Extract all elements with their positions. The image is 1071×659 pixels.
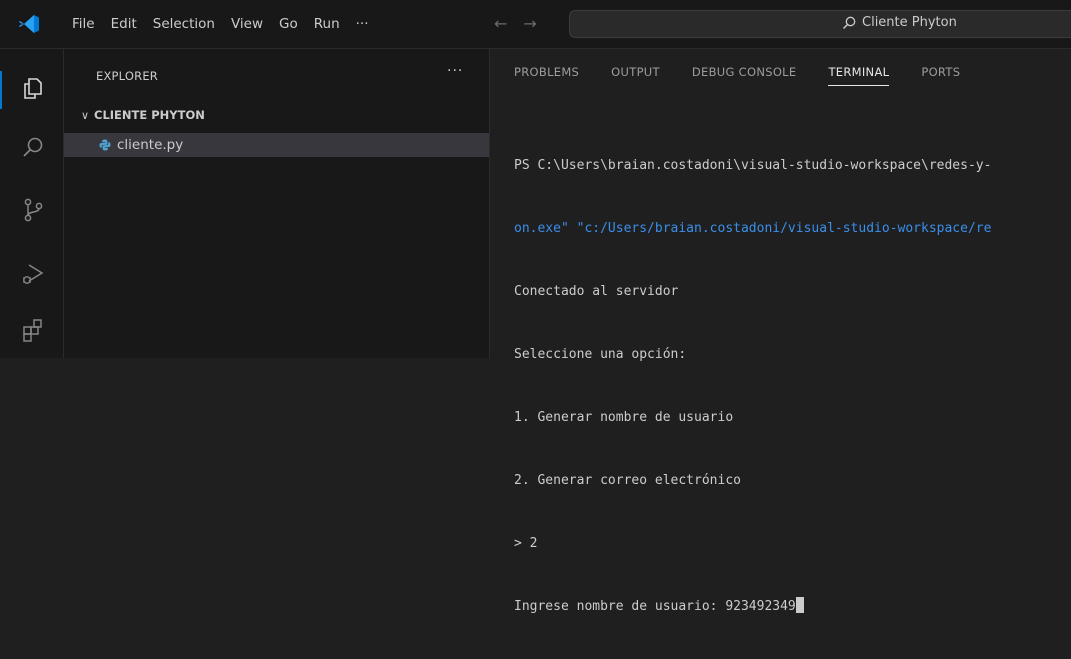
terminal-output[interactable]: PS C:\Users\braian.costadoni\visual-stud… [514, 113, 1071, 659]
menu-bar: File Edit Selection View Go Run ··· [64, 0, 377, 48]
python-file-icon [99, 139, 111, 151]
tab-output[interactable]: OUTPUT [611, 65, 660, 86]
active-indicator [0, 71, 2, 109]
run-debug-icon[interactable] [20, 261, 46, 287]
activity-bar [0, 49, 64, 358]
source-control-icon[interactable] [20, 197, 46, 223]
extensions-icon[interactable] [20, 317, 46, 343]
menu-go[interactable]: Go [271, 0, 306, 48]
terminal-line: on.exe" "c:/Users/braian.costadoni/visua… [514, 221, 992, 236]
back-arrow-icon[interactable]: ← [494, 14, 507, 33]
terminal-line: 2. Generar correo electrónico [514, 473, 741, 488]
menu-file[interactable]: File [64, 0, 103, 48]
nav-arrows: ← → [494, 14, 537, 33]
tab-terminal[interactable]: TERMINAL [828, 65, 890, 86]
menu-selection[interactable]: Selection [145, 0, 223, 48]
search-icon [843, 16, 856, 29]
tab-ports[interactable]: PORTS [921, 65, 960, 86]
bottom-panel: PROBLEMS OUTPUT DEBUG CONSOLE TERMINAL P… [490, 49, 1071, 614]
menu-view[interactable]: View [223, 0, 271, 48]
vscode-logo-icon [18, 15, 39, 33]
forward-arrow-icon[interactable]: → [523, 14, 536, 33]
terminal-line: Seleccione una opción: [514, 347, 687, 362]
title-bar: File Edit Selection View Go Run ··· ← → … [0, 0, 1071, 49]
terminal-input-text: Ingrese nombre de usuario: 923492349 [514, 599, 796, 614]
search-icon[interactable] [20, 135, 46, 161]
command-center-search[interactable]: Cliente Phyton [569, 10, 1071, 38]
menu-run[interactable]: Run [306, 0, 348, 48]
menu-edit[interactable]: Edit [103, 0, 145, 48]
panel-tabs: PROBLEMS OUTPUT DEBUG CONSOLE TERMINAL P… [514, 65, 992, 86]
tab-debug-console[interactable]: DEBUG CONSOLE [692, 65, 797, 86]
file-item-cliente[interactable]: cliente.py [64, 133, 489, 157]
tab-problems[interactable]: PROBLEMS [514, 65, 579, 86]
terminal-line: Conectado al servidor [514, 284, 679, 299]
explorer-more-actions[interactable]: ··· [447, 63, 463, 79]
folder-name: CLIENTE PHYTON [94, 108, 205, 122]
terminal-line: 1. Generar nombre de usuario [514, 410, 734, 425]
terminal-line: PS C:\Users\braian.costadoni\visual-stud… [514, 158, 992, 173]
terminal-input-line[interactable]: Ingrese nombre de usuario: 923492349 [514, 596, 1071, 617]
explorer-sidebar: EXPLORER ··· ∨ CLIENTE PHYTON cliente.py [64, 49, 490, 358]
files-icon[interactable] [20, 75, 46, 101]
folder-header[interactable]: ∨ CLIENTE PHYTON [64, 104, 489, 126]
terminal-line: > 2 [514, 536, 538, 551]
explorer-title: EXPLORER [96, 69, 158, 83]
search-inner: Cliente Phyton [842, 15, 957, 30]
chevron-down-icon: ∨ [80, 108, 90, 122]
search-text: Cliente Phyton [862, 15, 957, 30]
file-name: cliente.py [117, 137, 184, 153]
terminal-cursor [795, 597, 804, 613]
menu-more[interactable]: ··· [348, 0, 377, 48]
